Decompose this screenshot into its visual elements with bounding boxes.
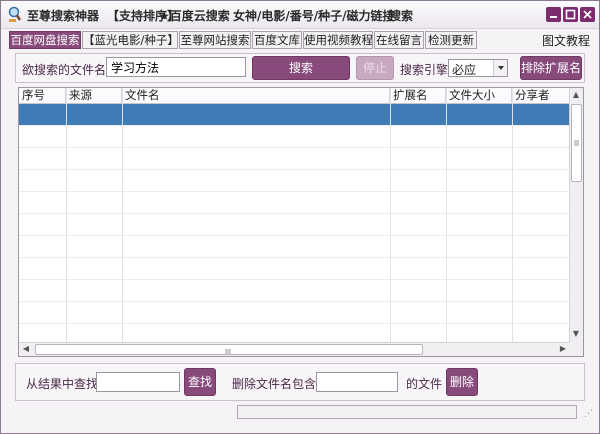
grip-lines-icon xyxy=(574,140,579,146)
close-button[interactable] xyxy=(580,7,595,22)
table-row[interactable] xyxy=(19,302,571,324)
tab-baidu-pan-search[interactable]: 百度网盘搜索 xyxy=(9,31,81,49)
col-header-sharer[interactable]: 分享者 xyxy=(512,88,571,104)
search-engine-select[interactable]: 必应 xyxy=(448,59,508,77)
table-row[interactable] xyxy=(19,192,571,214)
search-engine-label: 搜索引擎 xyxy=(400,63,449,77)
search-engine-value: 必应 xyxy=(452,63,477,77)
table-row[interactable] xyxy=(19,258,571,280)
menu-search[interactable]: 搜索 xyxy=(389,7,413,24)
delete-contains-input[interactable] xyxy=(316,372,398,392)
grip-lines-icon xyxy=(225,349,231,354)
table-row[interactable] xyxy=(19,214,571,236)
exclude-extension-button[interactable]: 排除扩展名 xyxy=(520,56,582,80)
col-header-index[interactable]: 序号 xyxy=(19,88,66,104)
table-header: 序号 来源 文件名 扩展名 文件大小 分享者 xyxy=(19,88,571,104)
menu-media-links[interactable]: 女神/电影/番号/种子/磁力链接 xyxy=(233,7,395,24)
search-button[interactable]: 搜索 xyxy=(252,56,350,80)
table-row[interactable] xyxy=(19,280,571,302)
app-window: 至尊搜索神器 【支持排序】 ★百度云搜索 女神/电影/番号/种子/磁力链接 搜索… xyxy=(0,0,600,434)
stop-button[interactable]: 停止 xyxy=(356,56,394,80)
tab-bluray-movies[interactable]: 【蓝光电影/种子】 xyxy=(82,31,178,49)
delete-suffix-label: 的文件 xyxy=(406,377,443,391)
close-icon xyxy=(583,10,592,19)
dropdown-arrow[interactable] xyxy=(493,60,507,76)
delete-contains-label: 删除文件名包含: xyxy=(232,377,321,391)
column-divider xyxy=(446,88,447,342)
horizontal-scroll-thumb[interactable] xyxy=(35,344,423,355)
find-button[interactable]: 查找 xyxy=(184,368,216,396)
menu-baidu-cloud-search[interactable]: ★百度云搜索 xyxy=(159,7,230,24)
minimize-icon xyxy=(550,16,557,18)
resize-grip-icon[interactable]: ⋰ xyxy=(584,409,593,419)
find-in-results-input[interactable] xyxy=(96,372,180,392)
table-row[interactable] xyxy=(19,236,571,258)
status-progress-field xyxy=(237,405,577,419)
scroll-down-arrow-icon[interactable]: ▼ xyxy=(570,328,582,340)
app-title: 至尊搜索神器 xyxy=(27,9,100,23)
illustrated-tutorial-link[interactable]: 图文教程 xyxy=(542,32,590,49)
tab-baidu-wenku[interactable]: 百度文库 xyxy=(252,31,302,49)
status-bar: ⋰ xyxy=(1,403,599,433)
find-in-results-label: 从结果中查找: xyxy=(26,377,103,391)
maximize-icon xyxy=(565,9,576,20)
vertical-scroll-thumb[interactable] xyxy=(571,104,582,182)
table-row-selected[interactable] xyxy=(19,104,571,126)
vertical-scrollbar[interactable]: ▲ ▼ xyxy=(569,88,583,342)
delete-button[interactable]: 删除 xyxy=(446,368,478,396)
scroll-corner xyxy=(569,342,583,356)
scroll-left-arrow-icon[interactable]: ◀ xyxy=(20,343,32,355)
chevron-down-icon xyxy=(498,66,504,70)
col-header-extension[interactable]: 扩展名 xyxy=(390,88,446,104)
tab-video-tutorial[interactable]: 使用视频教程 xyxy=(303,31,373,49)
search-panel: 欲搜索的文件名: 搜索 停止 搜索引擎 必应 排除扩展名 xyxy=(15,53,585,83)
tab-online-message[interactable]: 在线留言 xyxy=(374,31,424,49)
app-magnifier-icon xyxy=(7,6,23,24)
filename-label: 欲搜索的文件名: xyxy=(22,63,111,77)
tab-check-update[interactable]: 检测更新 xyxy=(425,31,477,49)
table-row[interactable] xyxy=(19,148,571,170)
tab-site-search[interactable]: 至尊网站搜索 xyxy=(179,31,251,49)
table-row[interactable] xyxy=(19,170,571,192)
column-divider xyxy=(512,88,513,342)
title-bar: 至尊搜索神器 【支持排序】 ★百度云搜索 女神/电影/番号/种子/磁力链接 搜索 xyxy=(1,1,599,29)
col-header-source[interactable]: 来源 xyxy=(66,88,122,104)
scroll-up-arrow-icon[interactable]: ▲ xyxy=(570,89,582,101)
column-divider xyxy=(390,88,391,342)
column-divider xyxy=(122,88,123,342)
col-header-filename[interactable]: 文件名 xyxy=(122,88,390,104)
col-header-filesize[interactable]: 文件大小 xyxy=(446,88,512,104)
table-body xyxy=(19,104,571,346)
minimize-button[interactable] xyxy=(546,7,561,22)
scroll-right-arrow-icon[interactable]: ▶ xyxy=(557,343,569,355)
table-row[interactable] xyxy=(19,126,571,148)
column-divider xyxy=(66,88,67,342)
filename-input[interactable] xyxy=(106,57,246,77)
results-table: 序号 来源 文件名 扩展名 文件大小 分享者 ▲ ▼ ◀ ▶ xyxy=(18,87,584,357)
filter-panel: 从结果中查找: 查找 删除文件名包含: 的文件 删除 xyxy=(15,363,585,401)
maximize-button[interactable] xyxy=(563,7,578,22)
horizontal-scrollbar[interactable]: ◀ ▶ xyxy=(19,342,571,356)
